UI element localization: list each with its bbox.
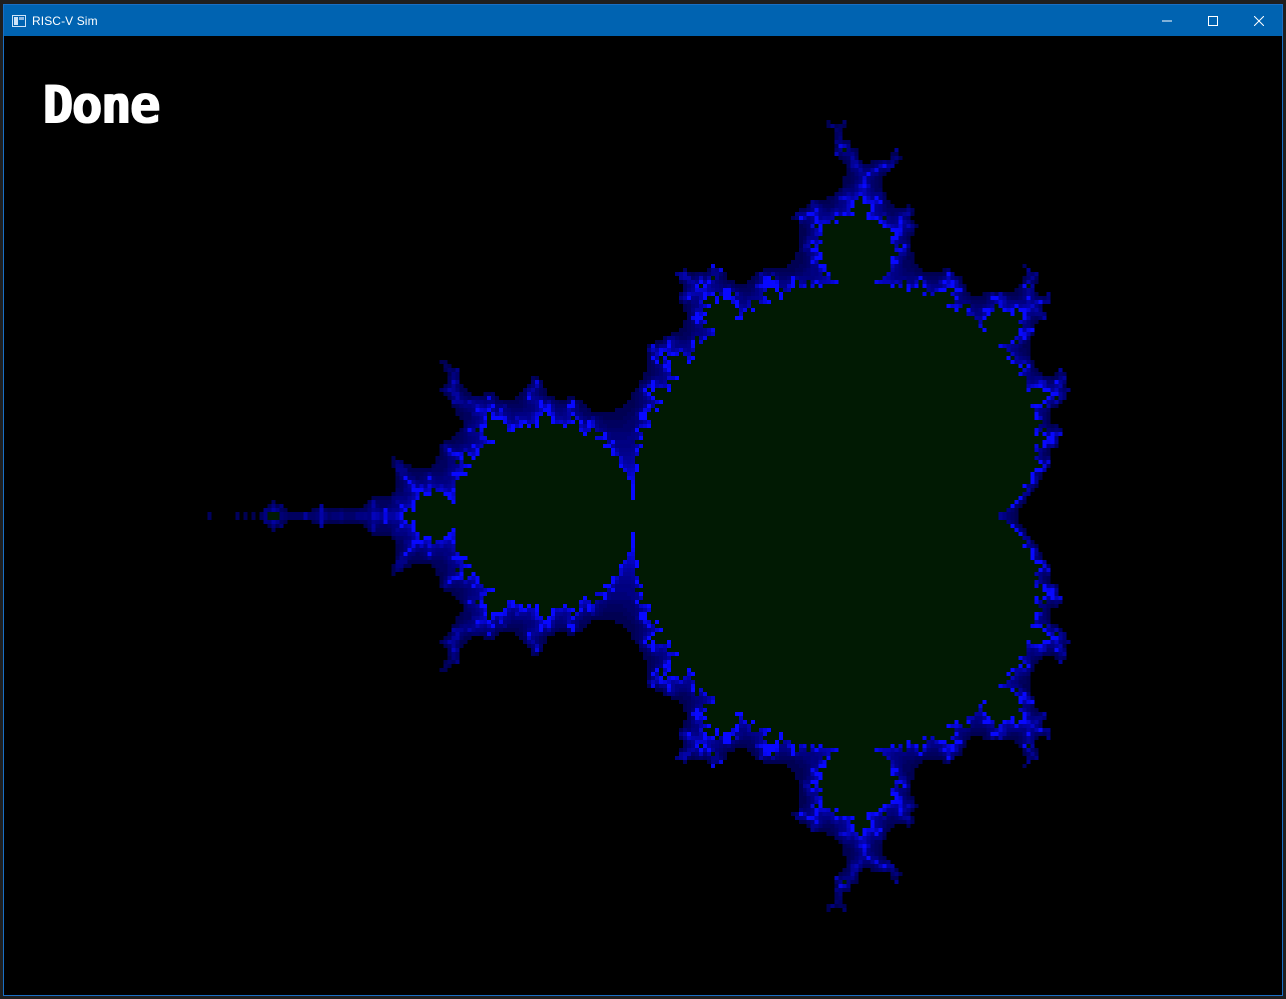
window-title: RISC-V Sim xyxy=(32,13,98,28)
minimize-icon xyxy=(1162,11,1172,30)
title-bar[interactable]: RISC-V Sim xyxy=(4,5,1282,36)
mandelbrot-set-render xyxy=(4,36,1282,995)
close-icon xyxy=(1253,11,1265,30)
minimize-button[interactable] xyxy=(1144,5,1190,36)
window-controls xyxy=(1144,5,1282,36)
window-app-icon xyxy=(12,14,26,27)
maximize-icon xyxy=(1208,11,1218,30)
close-button[interactable] xyxy=(1236,5,1282,36)
render-canvas-area: Done xyxy=(4,36,1282,995)
maximize-button[interactable] xyxy=(1190,5,1236,36)
status-text: Done xyxy=(42,74,159,136)
app-window: RISC-V Sim Done xyxy=(3,4,1283,996)
